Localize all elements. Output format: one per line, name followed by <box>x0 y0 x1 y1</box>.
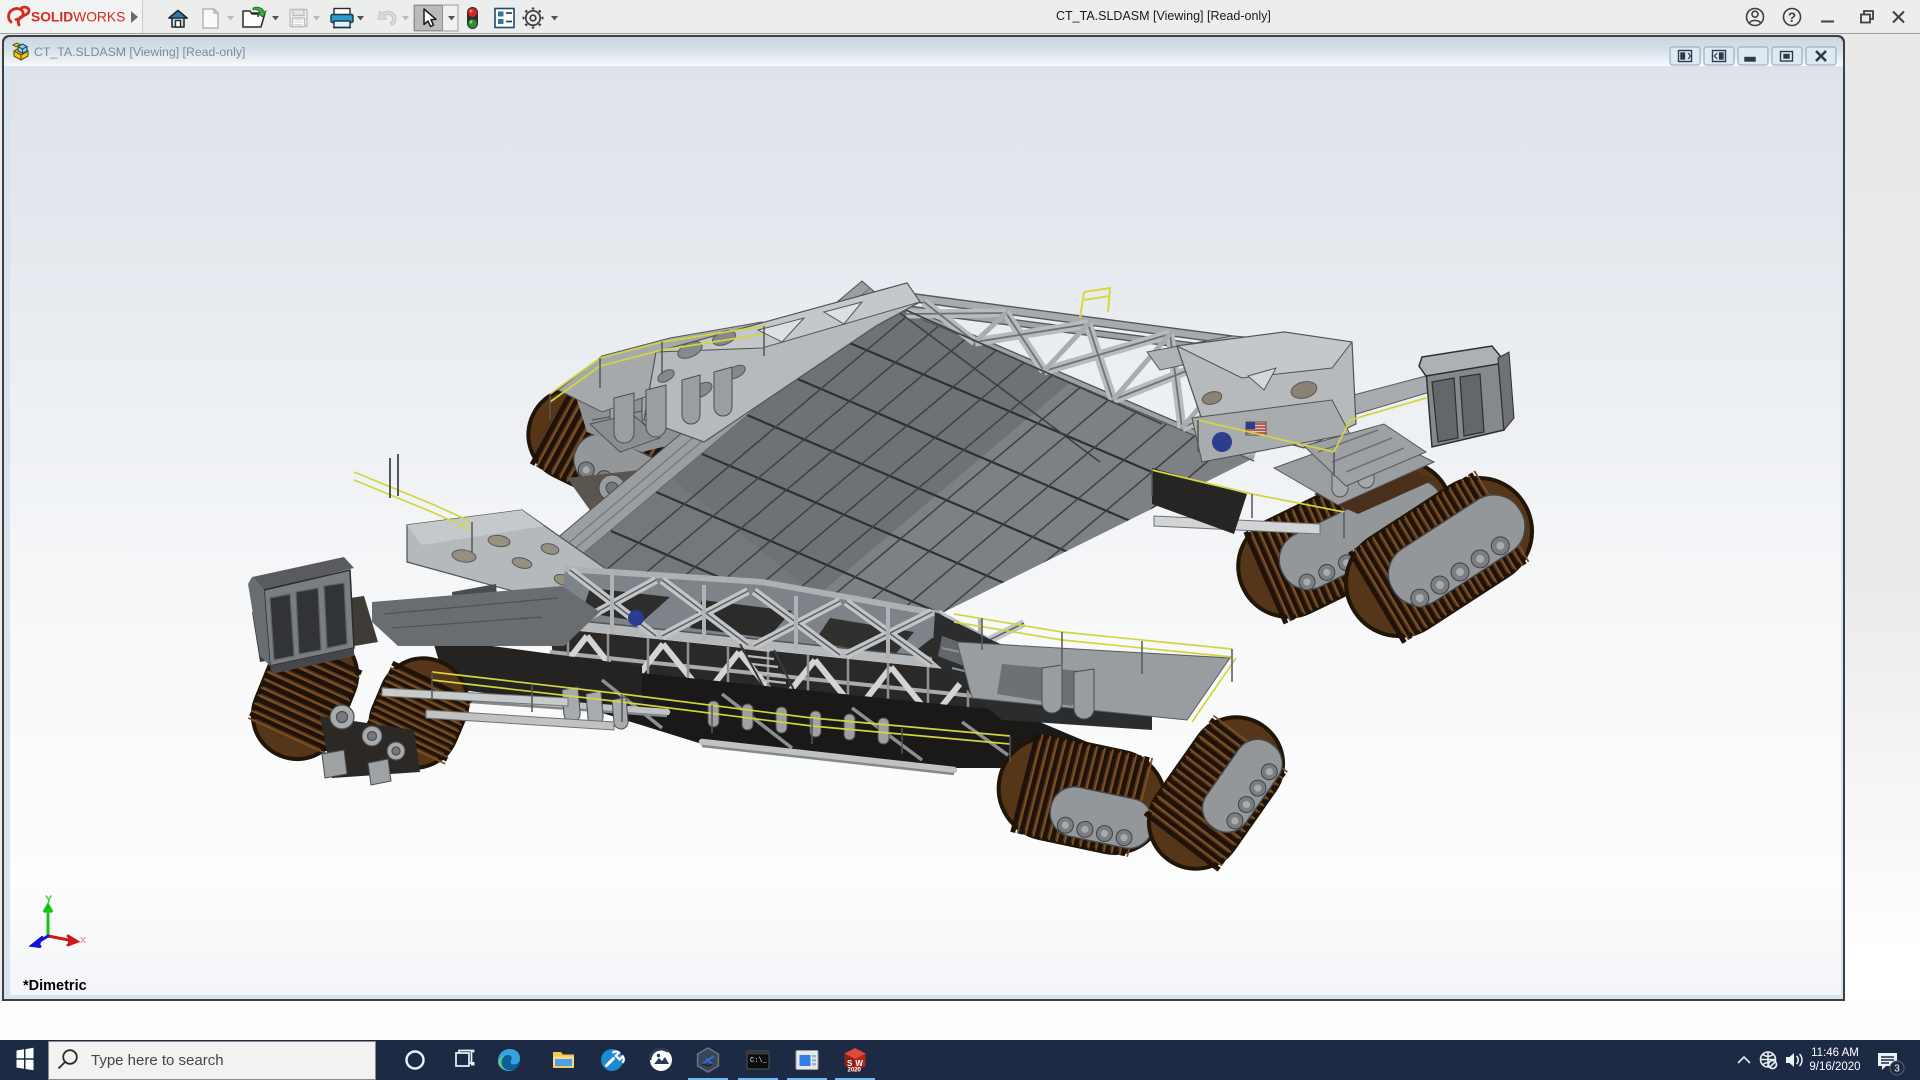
svg-text:?: ? <box>1788 10 1796 25</box>
svg-text:Y: Y <box>45 894 53 906</box>
svg-text:SOLIDWORKS: SOLIDWORKS <box>31 10 125 25</box>
svg-text:*Dimetric: *Dimetric <box>23 978 87 994</box>
svg-text:x: x <box>80 934 87 946</box>
svg-text:2020: 2020 <box>848 1068 862 1074</box>
svg-text:C:\_: C:\_ <box>750 1057 768 1065</box>
svg-text:3: 3 <box>1894 1064 1900 1075</box>
